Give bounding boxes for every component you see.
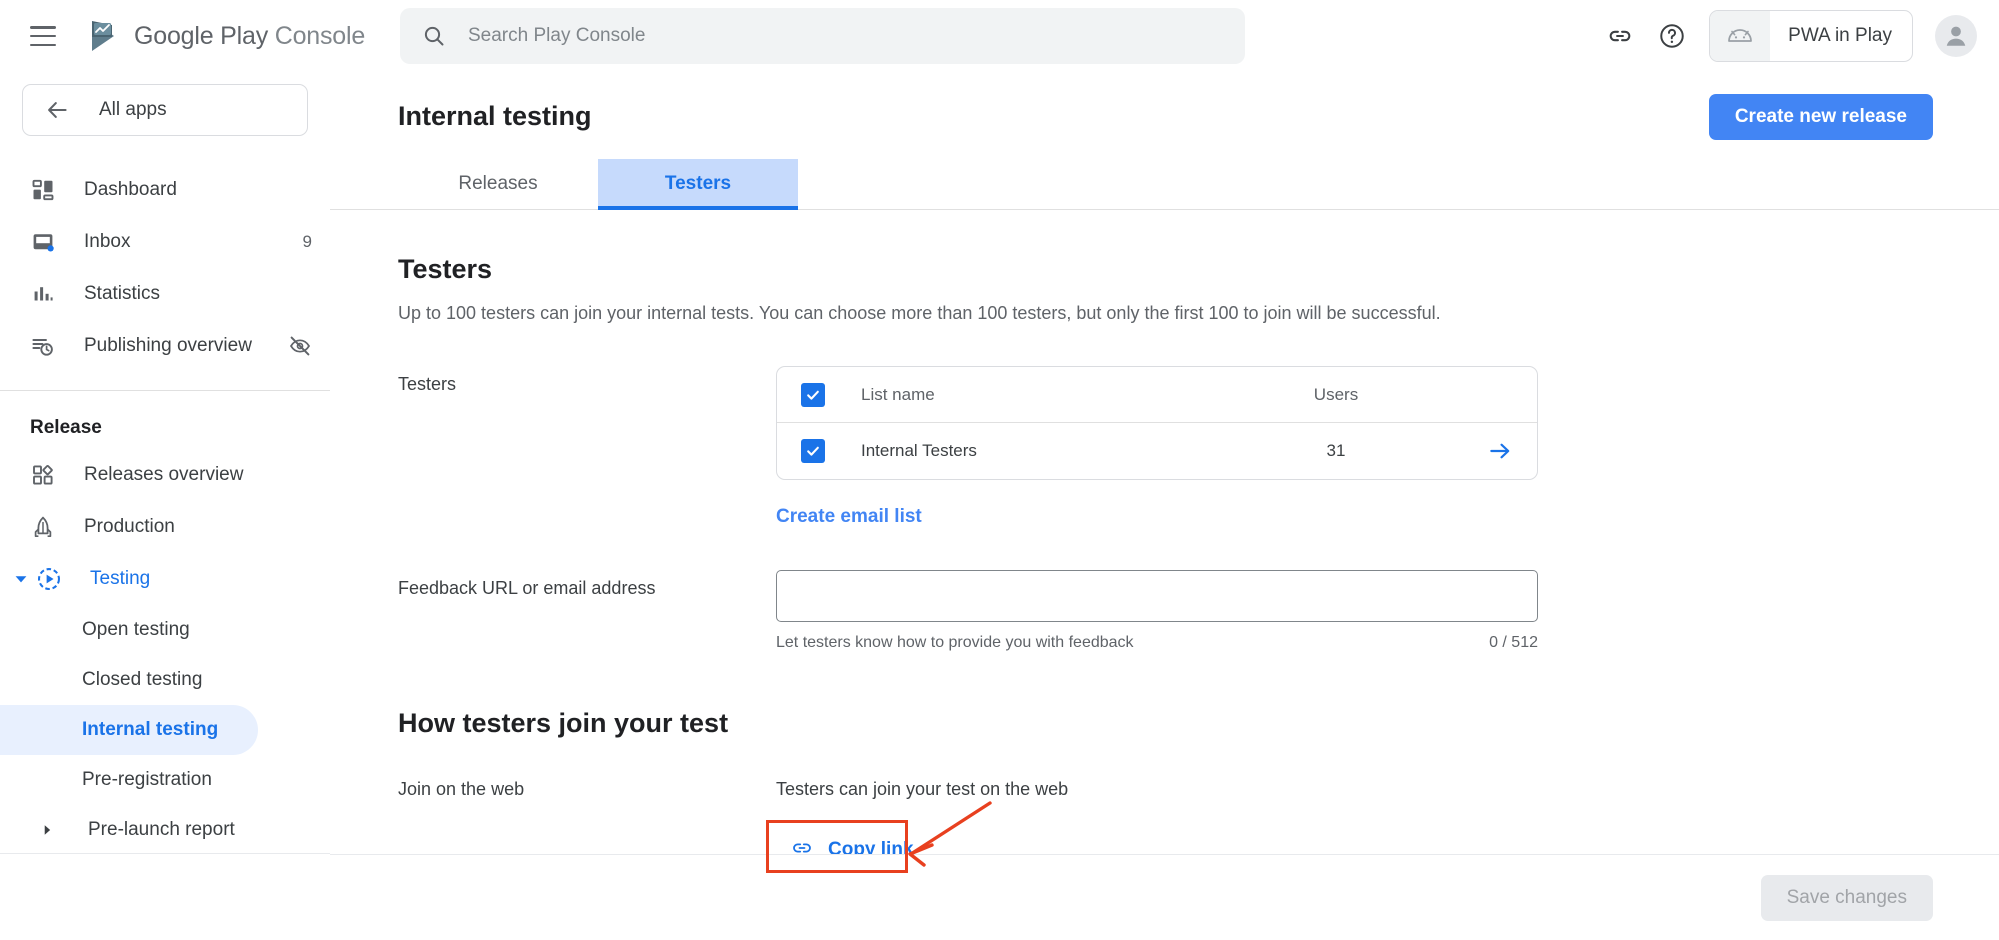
search-bar[interactable]	[400, 8, 1245, 64]
sidebar-item-releases-overview[interactable]: Releases overview	[0, 449, 330, 501]
sidebar-item-pre-registration[interactable]: Pre-registration	[0, 755, 330, 805]
testers-field-label: Testers	[398, 366, 776, 528]
google-play-console-logo[interactable]: Google Play Console	[88, 19, 365, 53]
help-circle-icon[interactable]	[1657, 21, 1687, 51]
android-head-icon	[1710, 10, 1770, 62]
sidebar-subitem-label: Closed testing	[82, 669, 202, 691]
sidebar-subitem-label: Open testing	[82, 619, 190, 641]
sidebar-item-label: Publishing overview	[84, 335, 252, 357]
publishing-list-clock-icon	[30, 333, 56, 359]
testers-panel: Testers Up to 100 testers can join your …	[330, 254, 1999, 873]
sidebar-item-production[interactable]: Production	[0, 501, 330, 553]
sidebar-subitem-label: Pre-registration	[82, 769, 212, 791]
app-selector-label: PWA in Play	[1788, 25, 1892, 47]
testers-table: List name Users Internal Testers 3	[776, 366, 1538, 480]
sidebar-item-publishing-overview[interactable]: Publishing overview	[0, 320, 330, 372]
bar-chart-icon	[30, 281, 56, 307]
feedback-char-counter: 0 / 512	[1489, 634, 1538, 652]
cell-users-count: 31	[1261, 441, 1411, 461]
chevron-down-icon[interactable]	[6, 571, 36, 587]
tab-bar: Releases Testers	[330, 160, 1999, 210]
search-input[interactable]	[468, 25, 1168, 47]
action-footer: Save changes	[330, 854, 1999, 940]
join-on-web-description: Testers can join your test on the web	[776, 779, 1929, 800]
row-checkbox[interactable]	[801, 439, 825, 463]
main-nav: Dashboard Inbox 9	[0, 164, 330, 855]
table-header-row: List name Users	[777, 367, 1537, 423]
account-avatar-icon[interactable]	[1935, 15, 1977, 57]
sidebar-subitem-label: Internal testing	[82, 719, 218, 741]
sidebar-item-statistics[interactable]: Statistics	[0, 268, 330, 320]
table-row[interactable]: Internal Testers 31	[777, 423, 1537, 479]
testing-play-icon	[36, 566, 62, 592]
sidebar-item-internal-testing[interactable]: Internal testing	[0, 705, 258, 755]
sidebar-item-inbox[interactable]: Inbox 9	[0, 216, 330, 268]
cell-list-name: Internal Testers	[861, 441, 1261, 461]
tab-testers[interactable]: Testers	[598, 159, 798, 209]
all-apps-button[interactable]: All apps	[22, 84, 308, 136]
sidebar-item-label: Testing	[90, 568, 150, 590]
inbox-badge-count: 9	[303, 232, 312, 252]
sidebar-item-label: Inbox	[84, 231, 130, 253]
feedback-helper-text: Let testers know how to provide you with…	[776, 634, 1134, 652]
sidebar-subitem-label: Pre-launch report	[88, 819, 235, 841]
feedback-field-label: Feedback URL or email address	[398, 570, 776, 652]
sidebar-item-pre-launch-report[interactable]: Pre-launch report	[0, 805, 330, 855]
sidebar-item-label: Dashboard	[84, 179, 177, 201]
releases-overview-icon	[30, 462, 56, 488]
chevron-right-icon[interactable]	[6, 823, 88, 837]
logo-text: Google Play Console	[134, 22, 365, 51]
feedback-field-row: Feedback URL or email address Let tester…	[398, 570, 1929, 652]
arrow-right-icon[interactable]	[1487, 438, 1513, 464]
testers-field-body: List name Users Internal Testers 3	[776, 366, 1538, 528]
tab-label: Testers	[665, 173, 731, 195]
main-content: Internal testing Create new release Rele…	[330, 72, 1999, 940]
testers-heading: Testers	[398, 254, 1929, 285]
create-email-list-link[interactable]: Create email list	[776, 506, 922, 528]
sidebar-item-label: Production	[84, 516, 175, 538]
play-console-logo-icon	[88, 19, 124, 53]
testers-field-row: Testers List name Users	[398, 366, 1929, 528]
sidebar-item-testing[interactable]: Testing	[0, 553, 330, 605]
sidebar-item-open-testing[interactable]: Open testing	[0, 605, 330, 655]
page-header: Internal testing Create new release	[330, 72, 1999, 160]
sidebar-item-label: Releases overview	[84, 464, 243, 486]
sidebar-item-closed-testing[interactable]: Closed testing	[0, 655, 330, 705]
page-title: Internal testing	[398, 101, 592, 132]
logo-text-primary: Google Play	[134, 22, 268, 50]
sidebar-bottom-divider	[0, 853, 330, 854]
top-bar-actions: PWA in Play	[1605, 0, 1977, 72]
join-section-heading: How testers join your test	[398, 708, 1929, 739]
create-email-list-row: Create email list	[776, 506, 1538, 528]
tab-label: Releases	[458, 173, 537, 195]
link-icon[interactable]	[1605, 21, 1635, 51]
save-changes-button[interactable]: Save changes	[1761, 875, 1933, 921]
app-selector[interactable]: PWA in Play	[1709, 10, 1913, 62]
sidebar: All apps Dashboard	[0, 72, 330, 940]
nav-section-release-title: Release	[0, 391, 330, 449]
hamburger-menu-icon[interactable]	[30, 26, 56, 46]
inbox-icon	[30, 229, 56, 255]
tab-releases[interactable]: Releases	[398, 159, 598, 209]
create-new-release-button[interactable]: Create new release	[1709, 94, 1933, 140]
arrow-left-icon	[45, 97, 71, 123]
column-header-users: Users	[1261, 385, 1411, 405]
feedback-field-body: Let testers know how to provide you with…	[776, 570, 1538, 652]
logo-text-secondary: Console	[275, 22, 365, 50]
visibility-off-icon	[288, 334, 312, 358]
all-apps-label: All apps	[99, 99, 167, 121]
column-header-list-name: List name	[861, 385, 1261, 405]
dashboard-grid-icon	[30, 177, 56, 203]
feedback-helper-row: Let testers know how to provide you with…	[776, 634, 1538, 652]
sidebar-item-label: Statistics	[84, 283, 160, 305]
select-all-checkbox[interactable]	[801, 383, 825, 407]
feedback-url-input[interactable]	[776, 570, 1538, 622]
play-console-page: Google Play Console	[0, 0, 1999, 940]
sidebar-item-dashboard[interactable]: Dashboard	[0, 164, 330, 216]
top-bar: Google Play Console	[0, 0, 1999, 72]
testers-description: Up to 100 testers can join your internal…	[398, 303, 1929, 324]
rocket-icon	[30, 514, 56, 540]
search-icon	[422, 24, 446, 48]
